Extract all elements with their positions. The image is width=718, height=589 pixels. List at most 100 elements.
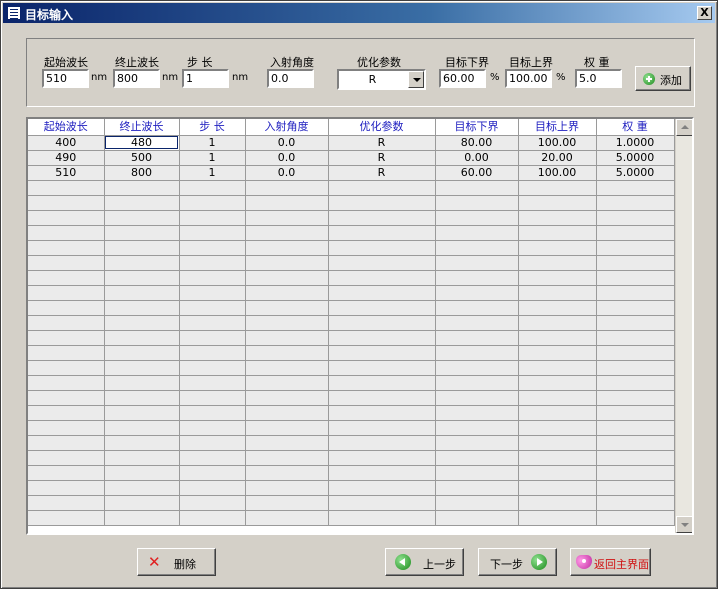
empty-table-cell[interactable] [435,255,519,271]
empty-table-row[interactable] [28,480,675,496]
empty-table-cell[interactable] [435,480,519,496]
empty-table-cell[interactable] [328,345,436,361]
empty-table-cell[interactable] [328,465,436,481]
empty-table-cell[interactable] [596,435,675,451]
empty-table-row[interactable] [28,495,675,511]
column-header[interactable]: 优化参数 [328,119,436,136]
empty-table-cell[interactable] [28,180,105,196]
empty-table-cell[interactable] [245,195,329,211]
empty-table-cell[interactable] [596,180,675,196]
empty-table-cell[interactable] [518,195,597,211]
empty-table-cell[interactable] [179,180,246,196]
empty-table-cell[interactable] [28,270,105,286]
table-cell[interactable]: R [328,165,436,181]
table-row[interactable]: 400 480 1 0.0 R 80.00 100.00 1.0000 [28,135,675,151]
table-cell[interactable]: 5.0000 [596,150,675,166]
empty-table-cell[interactable] [328,210,436,226]
empty-table-cell[interactable] [179,210,246,226]
empty-table-cell[interactable] [104,390,180,406]
empty-table-cell[interactable] [435,510,519,526]
empty-table-cell[interactable] [179,345,246,361]
empty-table-cell[interactable] [245,270,329,286]
step-field[interactable]: 1 [182,69,229,88]
empty-table-cell[interactable] [245,435,329,451]
empty-table-cell[interactable] [328,450,436,466]
empty-table-cell[interactable] [435,330,519,346]
table-cell[interactable]: 1 [179,150,246,166]
empty-table-cell[interactable] [596,210,675,226]
empty-table-cell[interactable] [596,300,675,316]
empty-table-cell[interactable] [28,195,105,211]
table-cell[interactable]: 100.00 [518,165,597,181]
empty-table-cell[interactable] [328,480,436,496]
column-header[interactable]: 起始波长 [28,119,105,136]
empty-table-row[interactable] [28,195,675,211]
empty-table-cell[interactable] [179,360,246,376]
empty-table-cell[interactable] [435,195,519,211]
empty-table-cell[interactable] [245,345,329,361]
empty-table-row[interactable] [28,450,675,466]
empty-table-cell[interactable] [245,375,329,391]
empty-table-row[interactable] [28,330,675,346]
empty-table-cell[interactable] [328,375,436,391]
empty-table-cell[interactable] [104,195,180,211]
empty-table-cell[interactable] [104,345,180,361]
title-bar[interactable]: 目标输入 X [3,3,715,23]
empty-table-cell[interactable] [435,270,519,286]
empty-table-row[interactable] [28,465,675,481]
empty-table-cell[interactable] [179,225,246,241]
empty-table-cell[interactable] [518,405,597,421]
empty-table-cell[interactable] [179,420,246,436]
empty-table-cell[interactable] [596,195,675,211]
empty-table-cell[interactable] [518,450,597,466]
empty-table-cell[interactable] [28,390,105,406]
lower-field[interactable]: 60.00 [439,69,486,88]
empty-table-cell[interactable] [104,360,180,376]
table-cell[interactable]: 400 [28,135,105,151]
empty-table-cell[interactable] [179,255,246,271]
empty-table-cell[interactable] [596,225,675,241]
empty-table-cell[interactable] [245,405,329,421]
empty-table-cell[interactable] [245,420,329,436]
empty-table-cell[interactable] [179,330,246,346]
empty-table-cell[interactable] [179,300,246,316]
empty-table-cell[interactable] [328,255,436,271]
column-header[interactable]: 步 长 [179,119,246,136]
empty-table-cell[interactable] [435,435,519,451]
empty-table-row[interactable] [28,255,675,271]
empty-table-cell[interactable] [518,510,597,526]
empty-table-cell[interactable] [245,480,329,496]
empty-table-cell[interactable] [104,270,180,286]
empty-table-cell[interactable] [28,300,105,316]
empty-table-cell[interactable] [245,330,329,346]
table-row[interactable]: 510 800 1 0.0 R 60.00 100.00 5.0000 [28,165,675,181]
empty-table-cell[interactable] [518,285,597,301]
empty-table-cell[interactable] [28,480,105,496]
empty-table-cell[interactable] [596,390,675,406]
empty-table-cell[interactable] [435,225,519,241]
empty-table-row[interactable] [28,180,675,196]
empty-table-cell[interactable] [435,285,519,301]
start-wave-field[interactable]: 510 [42,69,89,88]
scroll-down-arrow-icon[interactable] [676,516,692,533]
empty-table-cell[interactable] [328,270,436,286]
empty-table-cell[interactable] [179,480,246,496]
table-cell[interactable]: 20.00 [518,150,597,166]
empty-table-cell[interactable] [104,435,180,451]
empty-table-cell[interactable] [104,405,180,421]
empty-table-cell[interactable] [518,180,597,196]
empty-table-cell[interactable] [435,375,519,391]
empty-table-cell[interactable] [328,300,436,316]
empty-table-row[interactable] [28,210,675,226]
angle-field[interactable]: 0.0 [267,69,314,88]
empty-table-cell[interactable] [328,390,436,406]
empty-table-cell[interactable] [245,510,329,526]
empty-table-cell[interactable] [328,180,436,196]
table-cell[interactable]: 490 [28,150,105,166]
empty-table-cell[interactable] [596,375,675,391]
empty-table-cell[interactable] [518,225,597,241]
empty-table-cell[interactable] [328,420,436,436]
table-cell[interactable]: R [328,135,436,151]
weight-field[interactable]: 5.0 [575,69,622,88]
empty-table-cell[interactable] [435,405,519,421]
